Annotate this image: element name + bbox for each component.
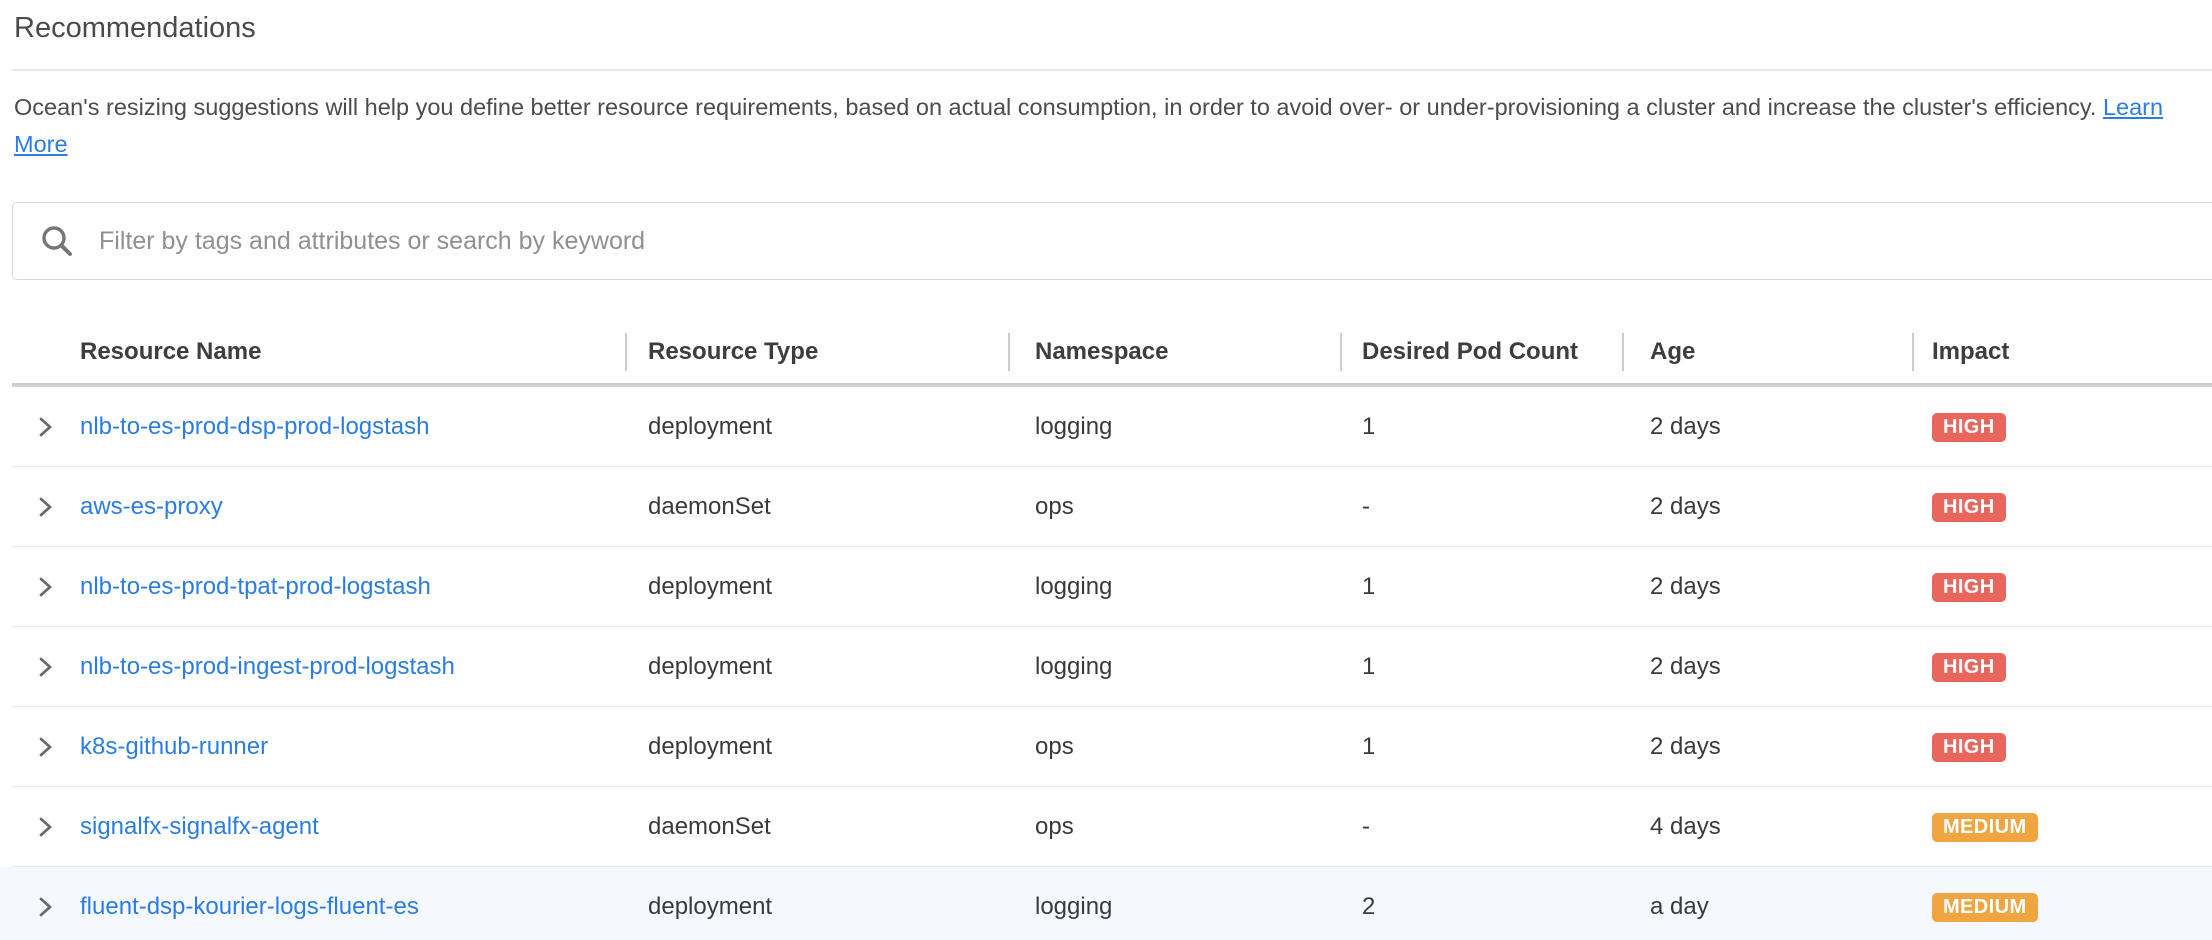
chevron-right-icon[interactable]	[34, 894, 56, 920]
impact-badge: MEDIUM	[1932, 813, 2038, 842]
namespace-cell: ops	[1008, 707, 1340, 787]
col-header-namespace[interactable]: Namespace	[1008, 321, 1340, 383]
col-header-resource-name[interactable]: Resource Name	[56, 321, 625, 383]
page-title: Recommendations	[14, 10, 2212, 46]
table-header-row: Resource Name Resource Type Namespace De…	[0, 321, 2212, 383]
recommendations-table: Resource Name Resource Type Namespace De…	[0, 321, 2212, 940]
namespace-cell: logging	[1008, 387, 1340, 467]
chevron-right-icon[interactable]	[34, 654, 56, 680]
description-text: Ocean's resizing suggestions will help y…	[14, 94, 2096, 120]
resource-type-cell: deployment	[625, 707, 1008, 787]
col-header-expander	[0, 321, 56, 383]
pod-count-cell: -	[1340, 787, 1622, 867]
search-placeholder: Filter by tags and attributes or search …	[99, 227, 645, 256]
chevron-right-icon[interactable]	[34, 414, 56, 440]
table-row: nlb-to-es-prod-dsp-prod-logstash deploym…	[0, 387, 2212, 467]
resource-name-link[interactable]: k8s-github-runner	[80, 733, 268, 761]
chevron-right-icon[interactable]	[34, 574, 56, 600]
age-cell: 2 days	[1622, 627, 1912, 707]
resource-type-cell: daemonSet	[625, 787, 1008, 867]
table-row: nlb-to-es-prod-ingest-prod-logstash depl…	[0, 627, 2212, 707]
expander-cell	[0, 547, 56, 627]
expander-cell	[0, 787, 56, 867]
table-row: signalfx-signalfx-agent daemonSet ops - …	[0, 787, 2212, 867]
expander-cell	[0, 387, 56, 467]
resource-type-cell: deployment	[625, 867, 1008, 940]
col-header-age[interactable]: Age	[1622, 321, 1912, 383]
resource-type-cell: daemonSet	[625, 467, 1008, 547]
expander-cell	[0, 627, 56, 707]
filter-search-input[interactable]: Filter by tags and attributes or search …	[12, 202, 2212, 280]
chevron-right-icon[interactable]	[34, 734, 56, 760]
namespace-cell: logging	[1008, 627, 1340, 707]
col-header-desired-pod-count[interactable]: Desired Pod Count	[1340, 321, 1622, 383]
chevron-right-icon[interactable]	[34, 814, 56, 840]
namespace-cell: logging	[1008, 867, 1340, 940]
pod-count-cell: 1	[1340, 387, 1622, 467]
title-divider	[12, 69, 2212, 71]
pod-count-cell: 1	[1340, 707, 1622, 787]
table-row: k8s-github-runner deployment ops 1 2 day…	[0, 707, 2212, 787]
page-description: Ocean's resizing suggestions will help y…	[14, 89, 2200, 163]
age-cell: 2 days	[1622, 467, 1912, 547]
resource-type-cell: deployment	[625, 627, 1008, 707]
resource-name-link[interactable]: nlb-to-es-prod-ingest-prod-logstash	[80, 653, 455, 681]
table-row: fluent-dsp-kourier-logs-fluent-es deploy…	[0, 867, 2212, 940]
resource-type-cell: deployment	[625, 547, 1008, 627]
col-header-impact[interactable]: Impact	[1912, 321, 2212, 383]
expander-cell	[0, 467, 56, 547]
resource-type-cell: deployment	[625, 387, 1008, 467]
age-cell: 2 days	[1622, 547, 1912, 627]
pod-count-cell: 1	[1340, 627, 1622, 707]
table-row: aws-es-proxy daemonSet ops - 2 days HIGH	[0, 467, 2212, 547]
impact-badge: HIGH	[1932, 413, 2006, 442]
recommendations-page: Recommendations Ocean's resizing suggest…	[0, 0, 2212, 940]
age-cell: 4 days	[1622, 787, 1912, 867]
expander-cell	[0, 867, 56, 940]
impact-badge: HIGH	[1932, 493, 2006, 522]
namespace-cell: ops	[1008, 787, 1340, 867]
age-cell: 2 days	[1622, 707, 1912, 787]
namespace-cell: ops	[1008, 467, 1340, 547]
pod-count-cell: 2	[1340, 867, 1622, 940]
table-row: nlb-to-es-prod-tpat-prod-logstash deploy…	[0, 547, 2212, 627]
impact-badge: MEDIUM	[1932, 893, 2038, 922]
pod-count-cell: -	[1340, 467, 1622, 547]
namespace-cell: logging	[1008, 547, 1340, 627]
col-header-resource-type[interactable]: Resource Type	[625, 321, 1008, 383]
resource-name-link[interactable]: aws-es-proxy	[80, 493, 223, 521]
search-icon	[39, 223, 75, 259]
expander-cell	[0, 707, 56, 787]
impact-badge: HIGH	[1932, 653, 2006, 682]
resource-name-link[interactable]: nlb-to-es-prod-tpat-prod-logstash	[80, 573, 431, 601]
chevron-right-icon[interactable]	[34, 494, 56, 520]
resource-name-link[interactable]: fluent-dsp-kourier-logs-fluent-es	[80, 893, 419, 921]
impact-badge: HIGH	[1932, 733, 2006, 762]
table-body: nlb-to-es-prod-dsp-prod-logstash deploym…	[0, 387, 2212, 940]
resource-name-link[interactable]: signalfx-signalfx-agent	[80, 813, 319, 841]
age-cell: 2 days	[1622, 387, 1912, 467]
pod-count-cell: 1	[1340, 547, 1622, 627]
impact-badge: HIGH	[1932, 573, 2006, 602]
age-cell: a day	[1622, 867, 1912, 940]
resource-name-link[interactable]: nlb-to-es-prod-dsp-prod-logstash	[80, 413, 430, 441]
